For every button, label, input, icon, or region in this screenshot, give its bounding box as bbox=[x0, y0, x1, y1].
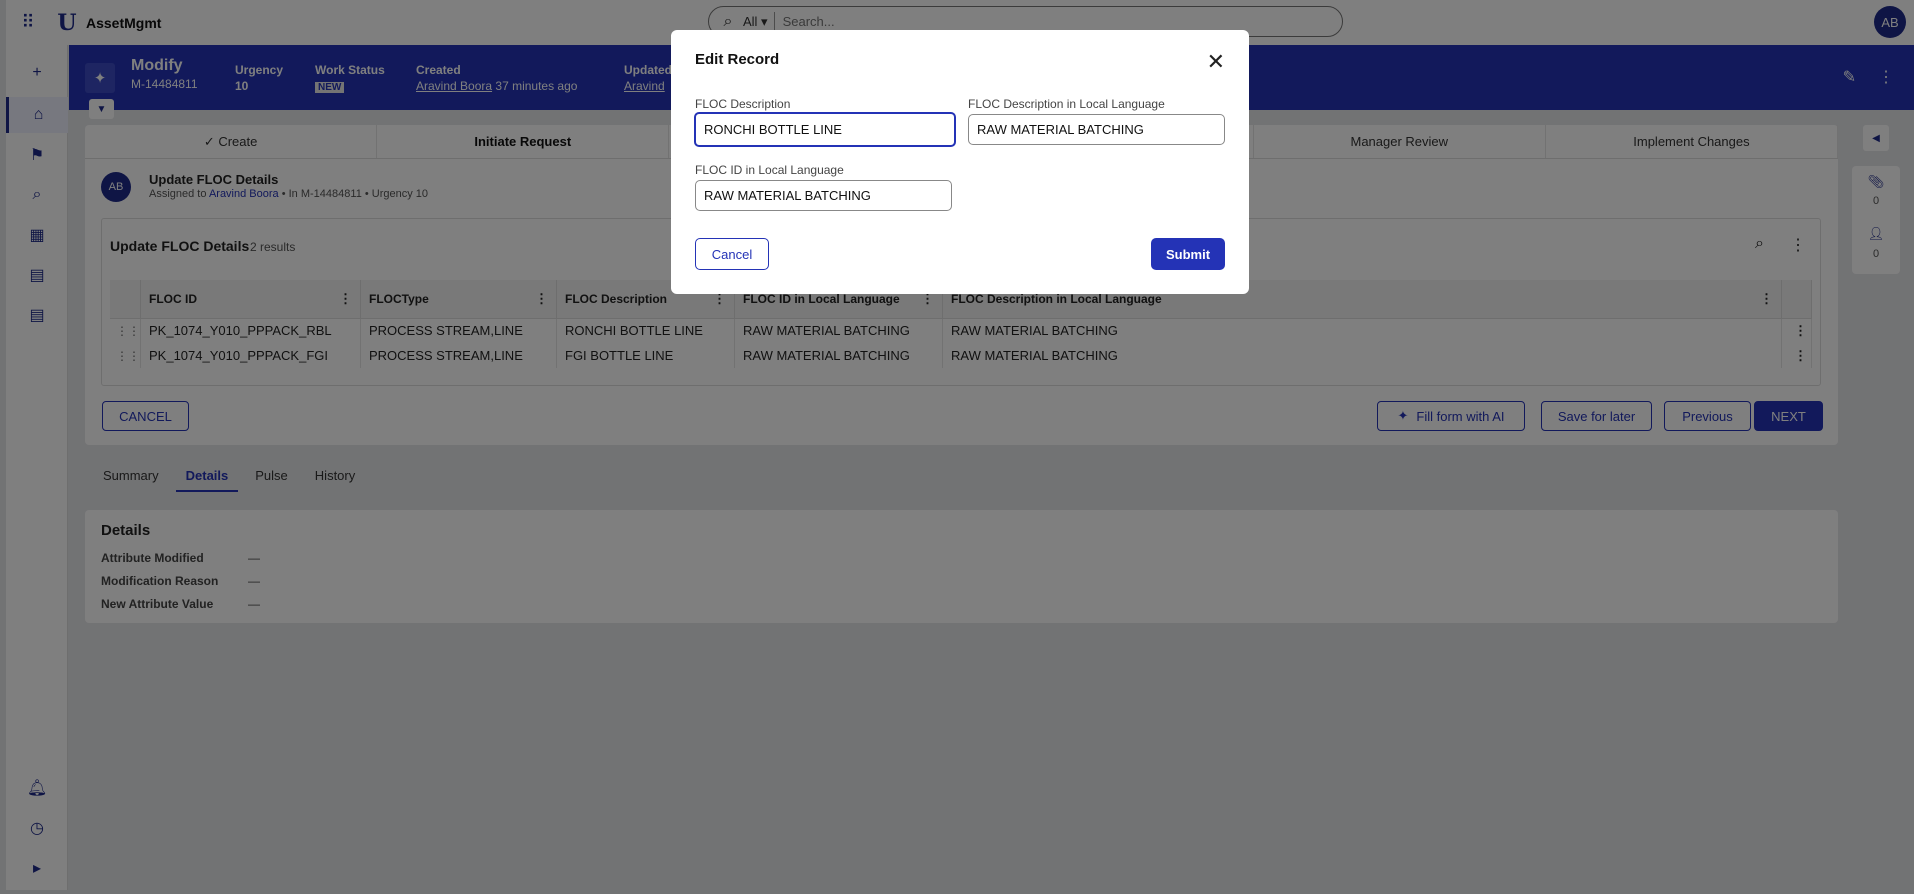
floc-id-local-input[interactable] bbox=[695, 180, 952, 211]
floc-id-local-label: FLOC ID in Local Language bbox=[695, 163, 844, 177]
dialog-title: Edit Record bbox=[695, 51, 780, 68]
dialog-cancel-button[interactable]: Cancel bbox=[695, 238, 769, 270]
edit-record-dialog: Edit Record ✕ FLOC Description FLOC Desc… bbox=[671, 30, 1249, 294]
close-icon[interactable]: ✕ bbox=[1207, 51, 1225, 73]
floc-description-local-input[interactable] bbox=[968, 114, 1225, 145]
floc-description-local-label: FLOC Description in Local Language bbox=[968, 97, 1165, 111]
floc-description-label: FLOC Description bbox=[695, 97, 791, 111]
submit-button[interactable]: Submit bbox=[1151, 238, 1225, 270]
floc-description-input[interactable] bbox=[694, 112, 956, 147]
